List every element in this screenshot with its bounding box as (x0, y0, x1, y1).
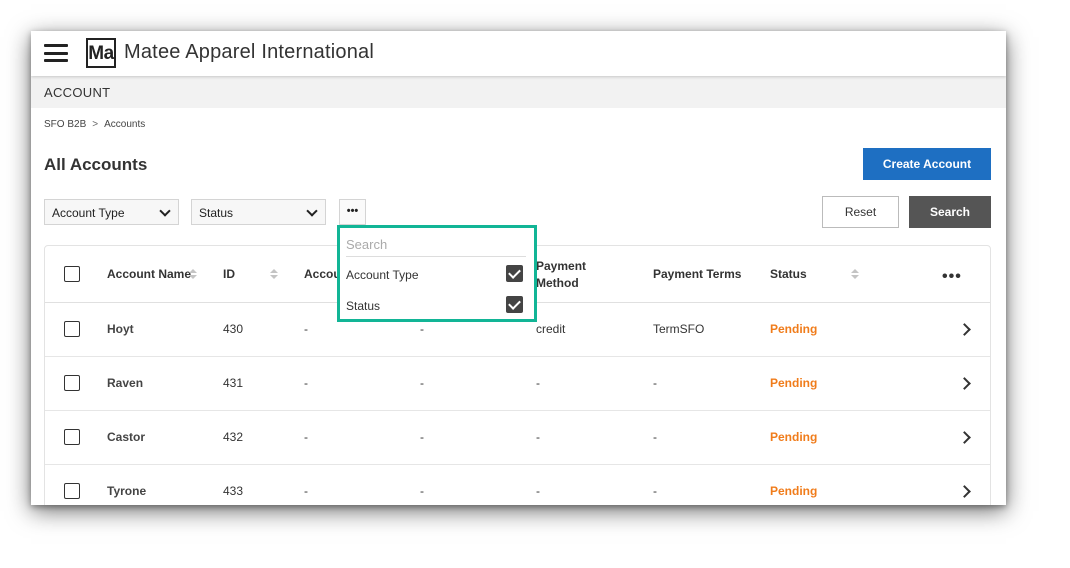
app-window: Ma Matee Apparel International ACCOUNT S… (31, 31, 1006, 505)
select-all-checkbox[interactable] (64, 266, 80, 282)
payment-method: - (536, 376, 540, 390)
column-value: - (420, 430, 424, 444)
account-name: Tyrone (107, 484, 147, 498)
reset-button[interactable]: Reset (822, 196, 899, 228)
more-filters-button[interactable]: ••• (339, 199, 366, 225)
column-options-icon[interactable]: ••• (942, 268, 962, 286)
payment-terms: TermSFO (653, 322, 705, 336)
checkbox-checked-icon[interactable] (506, 265, 523, 282)
column-option-status[interactable]: Status (346, 295, 526, 317)
payment-method: - (536, 484, 540, 498)
column-value: - (420, 322, 424, 336)
row-checkbox[interactable] (64, 429, 80, 445)
chevron-down-icon (161, 207, 168, 214)
app-name: Matee Apparel International (124, 41, 375, 63)
breadcrumb-item-sfo-b2b[interactable]: SFO B2B (44, 119, 86, 130)
column-value: - (420, 376, 424, 390)
breadcrumb-item-accounts[interactable]: Accounts (104, 119, 145, 130)
status-badge: Pending (770, 430, 818, 444)
status-badge: Pending (770, 376, 818, 390)
column-header-payment-method[interactable]: Payment Method (536, 258, 596, 292)
search-button[interactable]: Search (909, 196, 991, 228)
page-title: All Accounts (44, 155, 148, 174)
column-header-account-name[interactable]: Account Name (107, 267, 191, 281)
column-header-payment-terms[interactable]: Payment Terms (653, 267, 741, 281)
column-option-account-type[interactable]: Account Type (346, 264, 526, 286)
chevron-right-icon[interactable] (958, 485, 971, 498)
status-filter[interactable]: Status (191, 199, 326, 225)
account-type: - (304, 430, 308, 444)
payment-terms: - (653, 430, 657, 444)
row-checkbox[interactable] (64, 483, 80, 499)
table-row[interactable]: Raven 431 - - - - Pending (45, 357, 990, 411)
column-search-input[interactable] (346, 232, 526, 257)
breadcrumb: SFO B2B > Accounts (44, 119, 145, 130)
sort-icon[interactable] (851, 269, 859, 279)
status-filter-label: Status (199, 206, 234, 220)
column-option-label: Status (346, 299, 381, 313)
checkbox-checked-icon[interactable] (506, 296, 523, 313)
table-row[interactable]: Tyrone 433 - - - - Pending (45, 465, 990, 505)
chevron-down-icon (308, 207, 315, 214)
top-bar: Ma Matee Apparel International (31, 31, 1006, 76)
account-type-filter-label: Account Type (52, 206, 125, 220)
account-type: - (304, 322, 308, 336)
account-id: 432 (223, 430, 244, 444)
account-name: Castor (107, 430, 146, 444)
column-option-label: Account Type (346, 268, 419, 282)
menu-icon[interactable] (44, 44, 68, 62)
account-name: Raven (107, 376, 144, 390)
create-account-button[interactable]: Create Account (863, 148, 991, 180)
column-header-status[interactable]: Status (770, 267, 807, 281)
chevron-right-icon[interactable] (958, 431, 971, 444)
row-checkbox[interactable] (64, 321, 80, 337)
breadcrumb-separator: > (92, 119, 99, 130)
account-id: 433 (223, 484, 244, 498)
account-type: - (304, 376, 308, 390)
column-header-id[interactable]: ID (223, 267, 235, 281)
app-logo: Ma (86, 38, 116, 68)
section-title: ACCOUNT (44, 85, 111, 100)
payment-method: credit (536, 322, 566, 336)
column-chooser-menu: Account Type Status (337, 225, 537, 322)
payment-terms: - (653, 376, 657, 390)
sort-icon[interactable] (189, 269, 197, 279)
payment-method: - (536, 430, 540, 444)
account-type-filter[interactable]: Account Type (44, 199, 179, 225)
account-type: - (304, 484, 308, 498)
payment-terms: - (653, 484, 657, 498)
account-name: Hoyt (107, 322, 134, 336)
column-value: - (420, 484, 424, 498)
column-header-account-type[interactable]: Accou (304, 267, 341, 281)
status-badge: Pending (770, 484, 818, 498)
chevron-right-icon[interactable] (958, 377, 971, 390)
status-badge: Pending (770, 322, 818, 336)
chevron-right-icon[interactable] (958, 323, 971, 336)
account-id: 430 (223, 322, 244, 336)
row-checkbox[interactable] (64, 375, 80, 391)
sort-icon[interactable] (270, 269, 278, 279)
account-id: 431 (223, 376, 244, 390)
table-row[interactable]: Castor 432 - - - - Pending (45, 411, 990, 465)
section-band: ACCOUNT (31, 76, 1006, 108)
